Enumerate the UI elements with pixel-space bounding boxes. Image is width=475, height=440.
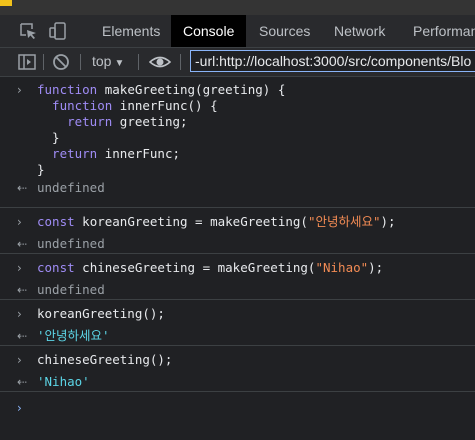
- tab-network[interactable]: Network: [334, 15, 385, 47]
- console-output: › function makeGreeting(greeting) { funct…: [0, 77, 475, 440]
- code-line: return greeting;: [37, 114, 188, 129]
- return-arrow-icon: ⇠: [17, 375, 28, 389]
- toolbar-divider: [180, 54, 181, 70]
- return-arrow-icon: ⇠: [17, 329, 28, 343]
- filter-input[interactable]: -url:http://localhost:3000/src/component…: [190, 50, 475, 72]
- context-selector[interactable]: top ▼: [92, 53, 124, 69]
- tab-console[interactable]: Console: [171, 15, 247, 47]
- result-line: ⇠ undefined: [17, 236, 105, 251]
- code-line: }: [37, 130, 60, 145]
- code-line: return innerFunc;: [37, 146, 181, 161]
- return-arrow-icon: ⇠: [17, 237, 28, 251]
- window-accent: [0, 0, 12, 6]
- console-entry: › chineseGreeting(); ⇠ 'Nihao': [0, 346, 475, 392]
- code-line: function innerFunc() {: [37, 98, 218, 113]
- context-label: top: [92, 53, 112, 69]
- return-arrow-icon: ⇠: [17, 283, 28, 297]
- console-entry: › koreanGreeting(); ⇠ '안녕하세요': [0, 300, 475, 346]
- input-chevron-icon: ›: [17, 353, 22, 367]
- inspect-element-icon[interactable]: [18, 21, 38, 46]
- code-line: › chineseGreeting();: [17, 352, 173, 367]
- tab-sources[interactable]: Sources: [259, 15, 310, 47]
- live-expression-eye-icon[interactable]: [148, 52, 172, 77]
- tab-elements[interactable]: Elements: [102, 15, 160, 47]
- prompt-chevron-icon: ›: [17, 401, 22, 415]
- console-entry: › function makeGreeting(greeting) { funct…: [0, 77, 475, 208]
- result-line: ⇠ 'Nihao': [17, 374, 90, 389]
- input-chevron-icon: ›: [17, 215, 22, 229]
- console-toolbar: top ▼ -url:http://localhost:3000/src/comp…: [0, 48, 475, 77]
- show-sidebar-icon[interactable]: [17, 52, 37, 77]
- console-entry: › const koreanGreeting = makeGreeting("안녕…: [0, 208, 475, 254]
- input-chevron-icon: ›: [17, 83, 22, 97]
- code-line: › koreanGreeting();: [17, 306, 165, 321]
- prompt-line[interactable]: ›: [0, 400, 475, 416]
- return-arrow-icon: ⇠: [17, 181, 28, 195]
- input-chevron-icon: ›: [17, 261, 22, 275]
- toolbar-divider: [80, 54, 81, 70]
- result-line: ⇠ '안녕하세요': [17, 328, 110, 343]
- code-line: }: [37, 162, 45, 177]
- devtools-tabbar: Elements Console Sources Network Perform…: [0, 15, 475, 48]
- console-prompt[interactable]: ›: [0, 392, 475, 440]
- code-line: › function makeGreeting(greeting) {: [17, 82, 286, 97]
- device-toolbar-icon[interactable]: [48, 21, 68, 46]
- caret-down-icon: ▼: [114, 58, 125, 69]
- result-line: ⇠ undefined: [17, 282, 105, 297]
- toolbar-divider: [43, 54, 44, 70]
- code-line: › const chineseGreeting = makeGreeting("N…: [17, 260, 384, 275]
- tab-performance[interactable]: Performan: [413, 15, 475, 47]
- code-line: › const koreanGreeting = makeGreeting("안녕…: [17, 214, 396, 229]
- result-line: ⇠ undefined: [17, 180, 105, 195]
- window-top-strip: [0, 0, 475, 15]
- clear-console-icon[interactable]: [51, 52, 71, 77]
- console-entry: › const chineseGreeting = makeGreeting("N…: [0, 254, 475, 300]
- input-chevron-icon: ›: [17, 307, 22, 321]
- toolbar-divider: [138, 54, 139, 70]
